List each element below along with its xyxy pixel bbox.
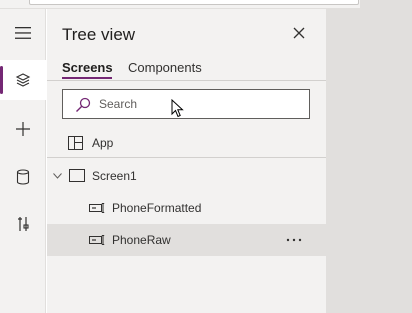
- text-input-icon: [89, 235, 105, 245]
- chevron-down-icon[interactable]: [53, 173, 62, 179]
- search-input[interactable]: [99, 95, 299, 113]
- formula-bar[interactable]: [29, 0, 359, 5]
- search-box[interactable]: [62, 89, 310, 119]
- text-input-icon: [89, 203, 105, 213]
- tab-components[interactable]: Components: [128, 60, 202, 75]
- tree-item-screen1[interactable]: Screen1: [47, 160, 326, 192]
- tree-divider: [47, 157, 326, 158]
- hamburger-menu-icon: [15, 27, 31, 39]
- tools-icon: [18, 217, 29, 231]
- tab-screens[interactable]: Screens: [62, 60, 113, 75]
- search-icon: [76, 97, 91, 112]
- tree-item-label: PhoneRaw: [112, 233, 171, 247]
- data-button[interactable]: [0, 157, 46, 197]
- canvas-area[interactable]: [326, 9, 412, 313]
- top-bar-right: [360, 0, 412, 9]
- panel-title: Tree view: [62, 25, 136, 44]
- database-icon: [16, 169, 30, 185]
- app-icon: [68, 136, 83, 150]
- close-icon: [293, 27, 305, 39]
- tree-item-app[interactable]: App: [47, 127, 326, 159]
- tree-item-label: App: [92, 136, 114, 150]
- layers-icon: [15, 73, 31, 87]
- plus-icon: [16, 122, 30, 136]
- more-options-button[interactable]: [283, 232, 305, 248]
- more-options-icon: [286, 238, 302, 242]
- active-tab-indicator: [62, 77, 112, 79]
- screen-icon: [69, 169, 85, 182]
- close-button[interactable]: [289, 23, 309, 43]
- hamburger-menu-button[interactable]: [0, 13, 46, 53]
- tabs-divider: [47, 80, 326, 81]
- top-bar: [0, 0, 412, 9]
- insert-button[interactable]: [0, 109, 46, 149]
- tree-view-button[interactable]: [0, 60, 46, 100]
- tools-button[interactable]: [0, 204, 46, 244]
- tree-item-label: PhoneFormatted: [112, 201, 202, 215]
- mouse-cursor-icon: [171, 99, 184, 118]
- tree-item-phoneraw[interactable]: PhoneRaw: [47, 224, 326, 256]
- left-rail: [0, 9, 46, 313]
- tree-view-panel: Tree view Screens Components App: [47, 9, 326, 313]
- tree-item-label: Screen1: [92, 169, 137, 183]
- tree-item-phoneformatted[interactable]: PhoneFormatted: [47, 192, 326, 224]
